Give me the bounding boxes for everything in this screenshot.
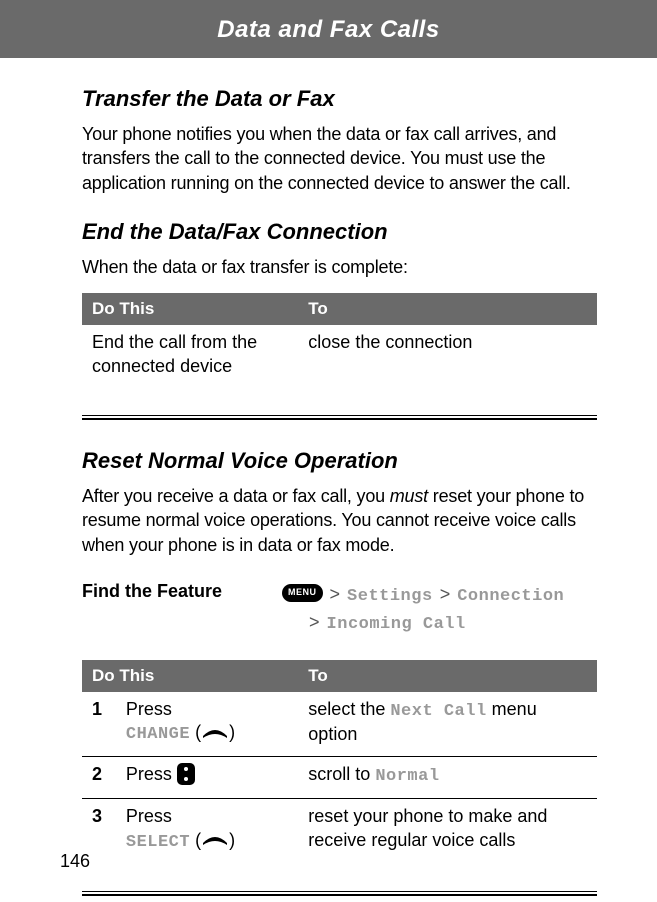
to-text-pre: scroll to bbox=[308, 764, 375, 784]
find-feature-block: Find the Feature MENU > Settings > Conne… bbox=[82, 581, 597, 638]
table-row: 2 Press scroll to Normal bbox=[82, 757, 597, 799]
th-to: To bbox=[298, 293, 597, 325]
table-row: 1 Press CHANGE () select the Next Call m… bbox=[82, 692, 597, 757]
path-connection: Connection bbox=[457, 587, 564, 606]
table-header-row: Do This To bbox=[82, 660, 597, 692]
header-title: Data and Fax Calls bbox=[217, 16, 439, 43]
page-number: 146 bbox=[60, 851, 90, 872]
page-content: Transfer the Data or Fax Your phone noti… bbox=[0, 58, 657, 896]
table-rule-thick bbox=[82, 894, 597, 896]
table-header-row: Do This To bbox=[82, 293, 597, 325]
cell-do: Press bbox=[116, 757, 298, 799]
step-num: 2 bbox=[82, 757, 116, 799]
to-key: Normal bbox=[375, 767, 439, 786]
section3-body: After you receive a data or fax call, yo… bbox=[82, 484, 597, 557]
softkey-icon bbox=[201, 833, 229, 847]
th-do: Do This bbox=[82, 660, 298, 692]
th-do: Do This bbox=[82, 293, 298, 325]
cell-do: Press CHANGE () bbox=[116, 692, 298, 757]
cell-to: close the connection bbox=[298, 325, 597, 386]
cell-do: End the call from the connected device bbox=[82, 325, 298, 386]
section1-body: Your phone notifies you when the data or… bbox=[82, 122, 597, 195]
to-text-pre: select the bbox=[308, 699, 390, 719]
section2-title: End the Data/Fax Connection bbox=[82, 219, 597, 245]
path-separator: > bbox=[328, 584, 343, 604]
section1-title: Transfer the Data or Fax bbox=[82, 86, 597, 112]
do-key-label: CHANGE bbox=[126, 725, 190, 744]
cell-to: scroll to Normal bbox=[298, 757, 597, 799]
cell-to: select the Next Call menu option bbox=[298, 692, 597, 757]
th-to: To bbox=[298, 660, 597, 692]
page-header: Data and Fax Calls bbox=[0, 0, 657, 58]
softkey-icon bbox=[201, 726, 229, 740]
step-num: 1 bbox=[82, 692, 116, 757]
find-feature-label: Find the Feature bbox=[82, 581, 282, 638]
section2-table: Do This To End the call from the connect… bbox=[82, 293, 597, 420]
path-separator: > bbox=[438, 584, 453, 604]
nav-key-icon bbox=[177, 763, 195, 785]
do-text: Press bbox=[126, 806, 172, 826]
table-rule bbox=[82, 415, 597, 416]
body-text-em: must bbox=[390, 486, 428, 506]
do-key-label: SELECT bbox=[126, 833, 190, 852]
body-text-pre: After you receive a data or fax call, yo… bbox=[82, 486, 390, 506]
section3-table: Do This To 1 Press CHANGE () select the … bbox=[82, 660, 597, 896]
do-text: Press bbox=[126, 699, 172, 719]
do-text: Press bbox=[126, 764, 177, 784]
find-feature-path: MENU > Settings > Connection > Incoming … bbox=[282, 581, 564, 638]
table-row: End the call from the connected device c… bbox=[82, 325, 597, 386]
path-incoming: Incoming Call bbox=[327, 615, 466, 634]
to-key: Next Call bbox=[390, 702, 486, 721]
paren-close: ) bbox=[229, 722, 235, 742]
cell-do: Press SELECT () bbox=[116, 799, 298, 862]
section3-title: Reset Normal Voice Operation bbox=[82, 448, 597, 474]
table-row: 3 Press SELECT () reset your phone to ma… bbox=[82, 799, 597, 862]
section2-body: When the data or fax transfer is complet… bbox=[82, 255, 597, 279]
table-rule-thick bbox=[82, 418, 597, 420]
table-rule bbox=[82, 891, 597, 892]
paren-close: ) bbox=[229, 830, 235, 850]
path-separator: > bbox=[307, 612, 322, 632]
menu-key-icon: MENU bbox=[282, 584, 323, 602]
path-settings: Settings bbox=[347, 587, 433, 606]
cell-to: reset your phone to make and receive reg… bbox=[298, 799, 597, 862]
